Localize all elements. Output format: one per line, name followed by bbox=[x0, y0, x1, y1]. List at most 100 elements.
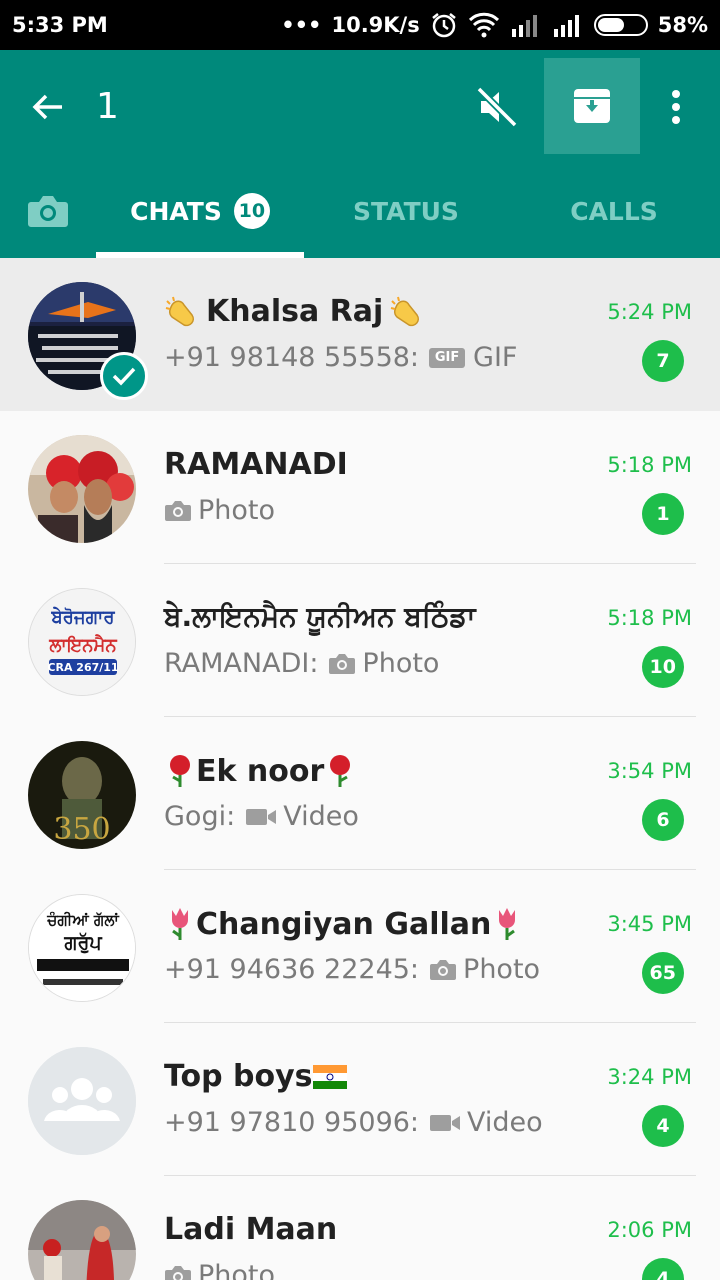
back-button[interactable] bbox=[24, 83, 72, 131]
tulip-icon bbox=[491, 906, 523, 942]
rose-icon bbox=[164, 753, 196, 789]
chat-preview: Photo bbox=[164, 495, 275, 526]
chat-time: 3:24 PM bbox=[607, 1065, 692, 1089]
selected-check-icon bbox=[100, 352, 148, 400]
tab-calls[interactable]: CALLS bbox=[508, 164, 720, 258]
preview-sender: RAMANADI: bbox=[164, 648, 319, 679]
preview-text: Photo bbox=[198, 1260, 276, 1280]
unread-badge: 4 bbox=[642, 1258, 684, 1280]
chat-time: 5:18 PM bbox=[607, 606, 692, 630]
more-vert-icon bbox=[672, 90, 680, 124]
tab-chats-label: CHATS bbox=[130, 196, 222, 226]
rose-icon bbox=[324, 753, 356, 789]
signal-icon bbox=[510, 13, 542, 37]
chat-preview: +91 98148 55558: GIF GIF bbox=[164, 342, 517, 373]
svg-text:ਚੰਗੀਆਂ ਗੱਲਾਂ: ਚੰਗੀਆਂ ਗੱਲਾਂ bbox=[46, 910, 119, 929]
chat-name: Ek noor bbox=[164, 753, 356, 789]
unread-badge: 65 bbox=[641, 952, 684, 994]
status-time: 5:33 PM bbox=[12, 13, 108, 37]
camera-icon bbox=[28, 196, 68, 227]
chat-name: RAMANADI bbox=[164, 447, 348, 482]
chats-unread-badge: 10 bbox=[233, 193, 270, 229]
camera-icon bbox=[429, 959, 457, 981]
camera-icon bbox=[164, 1265, 192, 1280]
video-icon bbox=[245, 806, 277, 828]
chat-list: Khalsa Raj +91 98148 55558: GIF GIF 5:24… bbox=[0, 258, 720, 1280]
chat-row-ladi-maan[interactable]: Ladi Maan Photo 2:06 PM 4 bbox=[0, 1176, 720, 1280]
selection-toolbar: 1 bbox=[0, 50, 720, 164]
chat-time: 5:18 PM bbox=[607, 453, 692, 477]
avatar[interactable]: ਚੰਗੀਆਂ ਗੱਲਾਂ ਗਰੁੱਪ bbox=[28, 894, 136, 1002]
alarm-icon bbox=[430, 11, 458, 39]
more-options-button[interactable] bbox=[656, 83, 696, 131]
chat-name: Changiyan Gallan bbox=[164, 906, 523, 942]
video-icon bbox=[429, 1112, 461, 1134]
chat-preview: Photo bbox=[164, 1260, 275, 1280]
chat-time: 2:06 PM bbox=[607, 1218, 692, 1242]
tab-status[interactable]: STATUS bbox=[304, 164, 508, 258]
network-speed: 10.9K/s bbox=[331, 13, 420, 37]
avatar[interactable] bbox=[28, 1200, 136, 1280]
battery-percent: 58% bbox=[657, 13, 708, 37]
clapping-hands-icon bbox=[389, 295, 425, 329]
chat-preview: Gogi: Video bbox=[164, 801, 359, 832]
unread-badge: 4 bbox=[642, 1105, 684, 1147]
chat-row-linemen-union[interactable]: ਬੇਰੋਜਗਾਰ ਲਾਇਨਮੈਨ CRA 267/11 ਬੇ.ਲਾਇਨਮੈਨ ਯ… bbox=[0, 564, 720, 717]
archive-icon bbox=[574, 89, 610, 123]
group-icon bbox=[28, 1047, 136, 1155]
chat-time: 5:24 PM bbox=[607, 300, 692, 324]
camera-icon bbox=[328, 653, 356, 675]
unread-badge: 10 bbox=[641, 646, 684, 688]
avatar[interactable] bbox=[28, 435, 136, 543]
svg-text:CRA 267/11: CRA 267/11 bbox=[47, 661, 118, 674]
battery-icon bbox=[593, 14, 648, 36]
chat-preview: RAMANADI: Photo bbox=[164, 648, 439, 679]
chat-row-ramanadi[interactable]: RAMANADI Photo 5:18 PM 1 bbox=[0, 411, 720, 564]
chat-name: Khalsa Raj bbox=[164, 294, 425, 329]
avatar[interactable]: 350 bbox=[28, 741, 136, 849]
tab-bar: CHATS 10 STATUS CALLS bbox=[0, 164, 720, 258]
svg-text:350: 350 bbox=[53, 812, 110, 847]
preview-text: Video bbox=[283, 801, 359, 832]
chat-name: ਬੇ.ਲਾਇਨਮੈਨ ਯੂਨੀਅਨ ਬਠਿੰਡਾ bbox=[164, 600, 476, 633]
india-flag-icon bbox=[312, 1064, 347, 1089]
svg-text:ਬੇਰੋਜਗਾਰ: ਬੇਰੋਜਗਾਰ bbox=[51, 607, 116, 628]
preview-sender: +91 98148 55558: bbox=[164, 342, 420, 373]
preview-sender: +91 97810 95096: bbox=[164, 1107, 420, 1138]
preview-sender: Gogi: bbox=[164, 801, 236, 832]
camera-icon bbox=[164, 500, 192, 522]
chat-row-ek-noor[interactable]: 350 Ek noor Gogi: Video 3:54 PM 6 bbox=[0, 717, 720, 870]
unread-badge: 1 bbox=[642, 493, 684, 535]
tab-calls-label: CALLS bbox=[570, 196, 658, 226]
chat-row-top-boys[interactable]: Top boys +91 97810 95096: Video 3:24 PM … bbox=[0, 1023, 720, 1176]
chat-time: 3:45 PM bbox=[607, 912, 692, 936]
unread-badge: 7 bbox=[642, 340, 684, 382]
preview-text: GIF bbox=[473, 342, 518, 373]
chat-name: Top boys bbox=[164, 1059, 347, 1094]
mute-button[interactable] bbox=[470, 80, 524, 134]
clapping-hands-icon bbox=[164, 295, 200, 329]
preview-text: Photo bbox=[198, 495, 276, 526]
avatar[interactable]: ਬੇਰੋਜਗਾਰ ਲਾਇਨਮੈਨ CRA 267/11 bbox=[28, 588, 136, 696]
preview-text: Photo bbox=[463, 954, 541, 985]
tab-chats[interactable]: CHATS 10 bbox=[96, 164, 304, 258]
archive-button[interactable] bbox=[544, 58, 640, 154]
unread-badge: 6 bbox=[642, 799, 684, 841]
chat-row-khalsa-raj[interactable]: Khalsa Raj +91 98148 55558: GIF GIF 5:24… bbox=[0, 258, 720, 411]
wifi-icon bbox=[468, 12, 500, 38]
preview-sender: +91 94636 22245: bbox=[164, 954, 420, 985]
svg-text:ਗਰੁੱਪ: ਗਰੁੱਪ bbox=[63, 932, 103, 954]
chat-name: Ladi Maan bbox=[164, 1212, 338, 1247]
chat-time: 3:54 PM bbox=[607, 759, 692, 783]
status-bar: 5:33 PM ••• 10.9K/s 58% bbox=[0, 0, 720, 50]
dots-icon: ••• bbox=[281, 13, 322, 37]
svg-text:ਲਾਇਨਮੈਨ: ਲਾਇਨਮੈਨ bbox=[48, 634, 117, 656]
tab-camera[interactable] bbox=[22, 188, 74, 234]
chat-preview: +91 97810 95096: Video bbox=[164, 1107, 543, 1138]
arrow-back-icon bbox=[32, 94, 62, 120]
preview-text: Photo bbox=[362, 648, 440, 679]
preview-text: Video bbox=[467, 1107, 543, 1138]
chat-row-changiyan-gallan[interactable]: ਚੰਗੀਆਂ ਗੱਲਾਂ ਗਰੁੱਪ Changiyan Gallan +91 … bbox=[0, 870, 720, 1023]
avatar[interactable] bbox=[28, 1047, 136, 1155]
gif-icon: GIF bbox=[429, 347, 466, 368]
